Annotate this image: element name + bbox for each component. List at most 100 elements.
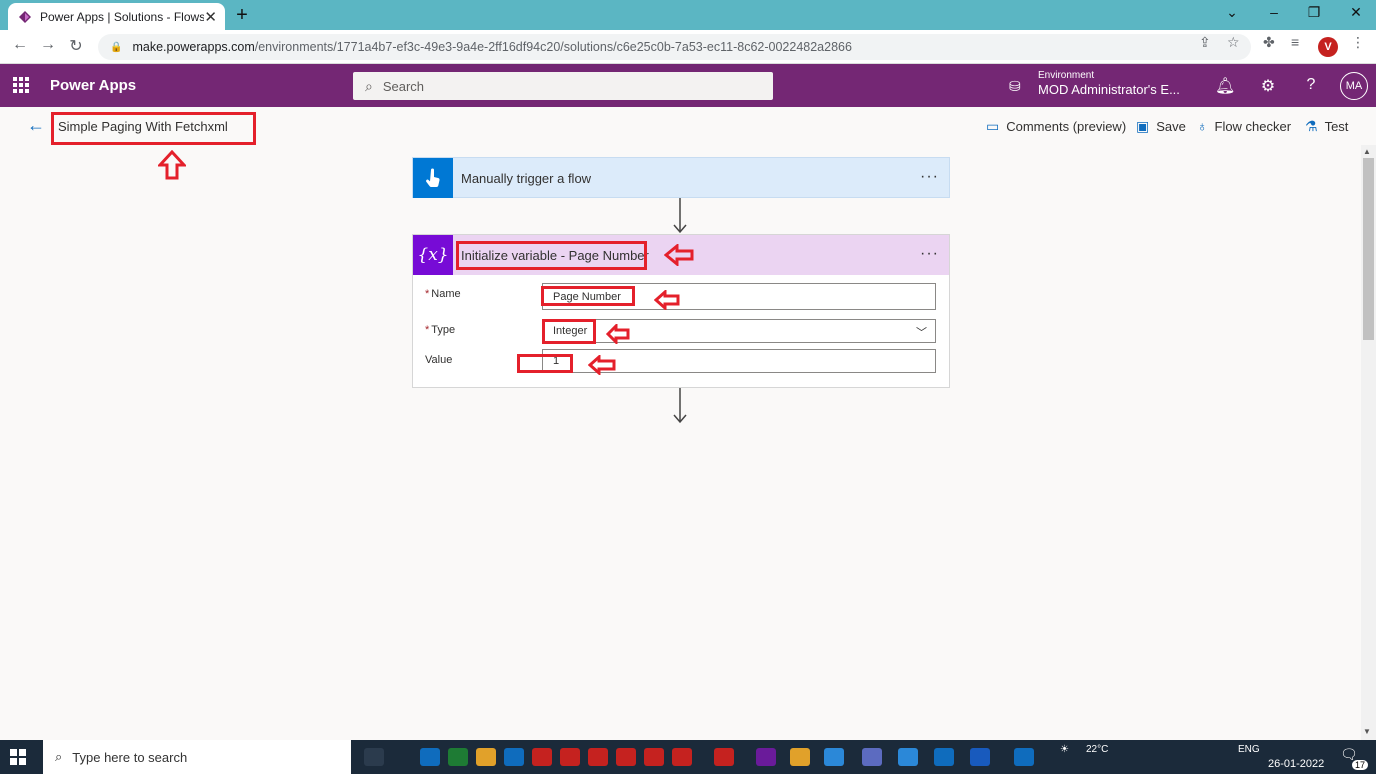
chrome-profile-icon[interactable] — [714, 748, 734, 766]
test-label: Test — [1324, 119, 1349, 134]
weather-icon[interactable]: ☀ — [1060, 744, 1069, 755]
url-host: make.powerapps.com — [132, 40, 255, 54]
chrome-profile-icon[interactable] — [672, 748, 692, 766]
chrome-profile-icon[interactable] — [532, 748, 552, 766]
browser-profile-avatar[interactable]: V — [1318, 37, 1338, 57]
type-field-label: * Type — [425, 324, 456, 336]
browser-menu-icon[interactable]: ⋮ — [1351, 34, 1365, 51]
taskbar-date[interactable]: 26-01-2022 — [1268, 758, 1324, 770]
browser-tab-title: Power Apps | Solutions - Flows — [40, 9, 205, 24]
variable-icon: {x} — [413, 235, 453, 275]
address-bar[interactable]: 🔒 make.powerapps.com/environments/1771a4… — [98, 34, 1251, 60]
minimize-icon[interactable]: – — [1264, 4, 1284, 20]
input-language[interactable]: ENG — [1238, 744, 1260, 755]
windows-taskbar: ⌕ Type here to search ☀ 22°C ENG 26-01-2… — [0, 740, 1376, 774]
app-icon[interactable] — [504, 748, 524, 766]
annotation-left-arrow-icon — [664, 244, 694, 266]
save-label: Save — [1156, 119, 1186, 134]
tab-search-chevron-icon[interactable]: ⌄ — [1222, 4, 1242, 21]
variable-more-options-icon[interactable]: ··· — [920, 245, 939, 263]
chrome-profile-icon[interactable] — [588, 748, 608, 766]
extensions-icon[interactable]: ✤ — [1263, 34, 1275, 51]
app-launcher-icon[interactable] — [13, 77, 29, 93]
bookmark-star-icon[interactable]: ☆ — [1227, 34, 1240, 51]
test-button[interactable]: ⚗ Test — [1305, 118, 1348, 135]
annotation-left-arrow-icon — [588, 355, 616, 375]
app-icon[interactable] — [824, 748, 844, 766]
value-field-label: Value — [425, 354, 453, 366]
comments-label: Comments (preview) — [1006, 119, 1127, 134]
connector-arrow-icon — [673, 198, 687, 234]
annotation-box-value — [517, 354, 573, 373]
annotation-up-arrow-icon — [158, 150, 186, 180]
trigger-more-options-icon[interactable]: ··· — [920, 168, 939, 186]
restore-icon[interactable]: ❐ — [1304, 4, 1324, 21]
save-icon: ▣ — [1136, 118, 1150, 134]
search-icon: ⌕ — [55, 749, 63, 764]
search-icon: ⌕ — [365, 77, 373, 94]
trigger-card[interactable]: Manually trigger a flow ··· — [412, 157, 950, 198]
help-icon[interactable]: ? — [1301, 76, 1321, 94]
annotation-left-arrow-icon — [654, 290, 680, 310]
window-close-icon[interactable]: ✕ — [1346, 4, 1366, 21]
type-dropdown[interactable]: Integer ﹀ — [542, 319, 936, 343]
scrollbar-thumb[interactable] — [1363, 158, 1374, 340]
teams-icon[interactable] — [756, 748, 776, 766]
new-tab-icon[interactable]: + — [232, 4, 252, 27]
chrome-profile-icon[interactable] — [644, 748, 664, 766]
word-icon[interactable] — [970, 748, 990, 766]
reload-icon[interactable]: ↻ — [66, 36, 86, 56]
temperature: 22°C — [1086, 744, 1109, 755]
flask-icon: ⚗ — [1305, 118, 1318, 134]
app-icon[interactable] — [898, 748, 918, 766]
power-apps-header: Power Apps ⌕ Search ⛁ Environment MOD Ad… — [0, 64, 1376, 107]
forward-nav-icon[interactable]: → — [38, 36, 58, 54]
flow-checker-button[interactable]: ♁ Flow checker — [1197, 118, 1291, 134]
environment-icon: ⛁ — [1009, 78, 1021, 94]
annotation-box-flow-name — [51, 112, 256, 145]
app-icon[interactable] — [934, 748, 954, 766]
flow-checker-label: Flow checker — [1214, 118, 1292, 134]
environment-label: Environment — [1038, 70, 1095, 81]
tab-close-icon[interactable]: ✕ — [204, 8, 217, 26]
app-icon[interactable] — [476, 748, 496, 766]
annotation-box-name-value — [541, 286, 635, 306]
annotation-left-arrow-icon — [606, 324, 630, 344]
windows-start-icon[interactable] — [10, 749, 26, 765]
share-icon[interactable]: ⇪ — [1199, 34, 1211, 51]
task-view-icon[interactable] — [364, 748, 384, 766]
scroll-up-icon[interactable]: ▲ — [1363, 147, 1371, 156]
app-icon[interactable] — [862, 748, 882, 766]
name-field-label: * Name — [425, 288, 461, 300]
power-apps-favicon-icon — [19, 10, 31, 23]
chrome-profile-icon[interactable] — [560, 748, 580, 766]
chrome-profile-icon[interactable] — [616, 748, 636, 766]
scroll-down-icon[interactable]: ▼ — [1363, 727, 1371, 736]
file-explorer-icon[interactable] — [790, 748, 810, 766]
back-nav-icon[interactable]: ← — [10, 36, 30, 54]
reading-list-icon[interactable]: ≡ — [1291, 34, 1299, 50]
trigger-card-title: Manually trigger a flow — [461, 170, 592, 186]
app-title[interactable]: Power Apps — [50, 77, 136, 94]
back-arrow-icon[interactable]: ← — [27, 115, 45, 136]
settings-gear-icon[interactable]: ⚙ — [1258, 76, 1278, 96]
touch-hand-icon — [413, 158, 453, 198]
chevron-down-icon: ﹀ — [916, 327, 927, 339]
save-button[interactable]: ▣ Save — [1136, 118, 1186, 135]
taskbar-search[interactable]: ⌕ Type here to search — [43, 740, 351, 774]
app-icon[interactable] — [448, 748, 468, 766]
user-avatar[interactable]: MA — [1340, 72, 1368, 100]
url-path: /environments/1771a4b7-ef3c-49e3-9a4e-2f… — [254, 40, 852, 54]
taskbar-search-placeholder: Type here to search — [72, 749, 188, 765]
environment-picker[interactable]: MOD Administrator's E... — [1038, 82, 1180, 97]
notification-count-badge: 17 — [1352, 760, 1369, 770]
annotation-box-type-value — [542, 319, 596, 344]
app-icon[interactable] — [1014, 748, 1034, 766]
search-box[interactable]: ⌕ Search — [353, 72, 773, 100]
browser-tab-strip: Power Apps | Solutions - Flows ✕ + ⌄ – ❐… — [0, 0, 1376, 30]
comments-button[interactable]: ▭ Comments (preview) — [986, 118, 1126, 135]
browser-toolbar: ← → ↻ 🔒 make.powerapps.com/environments/… — [0, 30, 1376, 64]
browser-tab[interactable]: Power Apps | Solutions - Flows ✕ — [8, 3, 225, 30]
notifications-bell-icon[interactable]: 🔔︎ — [1215, 76, 1235, 96]
edge-icon[interactable] — [420, 748, 440, 766]
